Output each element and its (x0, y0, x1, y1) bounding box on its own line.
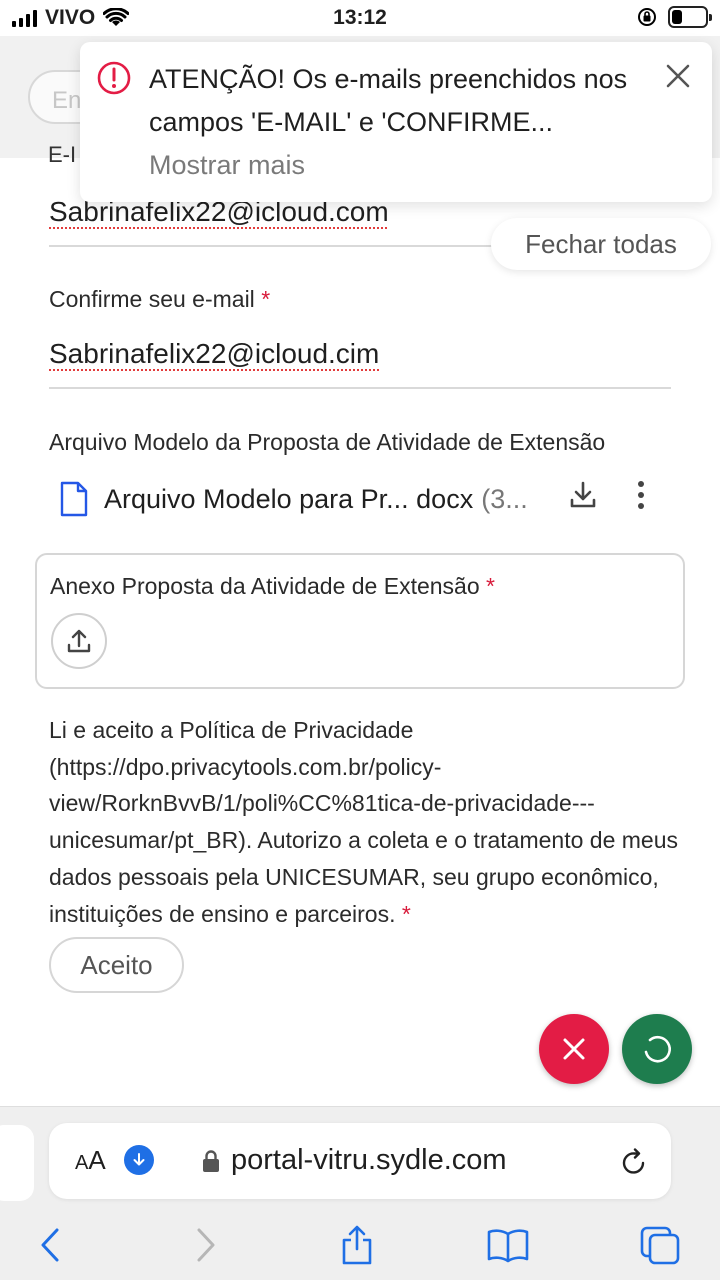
tabs-icon (640, 1226, 680, 1265)
template-file-name: Arquivo Modelo para Pr... docx (104, 483, 474, 514)
share-icon (342, 1225, 372, 1265)
download-badge-icon[interactable] (124, 1145, 154, 1175)
forward-button[interactable] (184, 1223, 228, 1267)
bookmarks-button[interactable] (486, 1223, 530, 1267)
browser-bar: AA portal-vitru.sydle.com (0, 1106, 720, 1280)
confirm-email-label: Confirme seu e-mail * (49, 286, 270, 313)
text-size-large: A (88, 1145, 106, 1175)
required-marker: * (486, 573, 495, 599)
privacy-policy-body: Li e aceito a Política de Privacidade (h… (49, 717, 678, 927)
tabs-button[interactable] (638, 1223, 682, 1267)
upload-proposal-label: Anexo Proposta da Atividade de Extensão … (50, 573, 495, 600)
previous-tab-preview[interactable] (0, 1125, 34, 1201)
upload-proposal-box: Anexo Proposta da Atividade de Extensão … (35, 553, 685, 689)
text-size-small: A (75, 1152, 89, 1174)
confirm-email-field[interactable]: Sabrinafelix22@icloud.cim (49, 338, 379, 370)
reload-icon[interactable] (619, 1145, 649, 1177)
accept-button[interactable]: Aceito (49, 937, 184, 993)
upload-icon (67, 629, 91, 653)
back-icon (41, 1228, 59, 1262)
more-vert-icon[interactable] (636, 480, 646, 510)
close-all-button[interactable]: Fechar todas (491, 218, 711, 270)
bookmarks-icon (487, 1229, 529, 1263)
confirm-email-underline (49, 387, 671, 389)
forward-icon (197, 1228, 215, 1262)
template-file-size: (3... (481, 483, 528, 514)
alert-icon (97, 61, 131, 95)
lock-icon (203, 1150, 219, 1172)
cancel-button[interactable] (539, 1014, 609, 1084)
orientation-lock-icon (638, 8, 656, 26)
email-field-label: E-I (48, 142, 77, 167)
status-right (636, 6, 712, 28)
clock: 13:12 (333, 6, 387, 29)
template-file-attachment[interactable]: Arquivo Modelo para Pr... docx (3... (60, 472, 670, 526)
url-text[interactable]: portal-vitru.sydle.com (231, 1144, 507, 1177)
confirm-email-label-text: Confirme seu e-mail (49, 286, 255, 312)
notification-toast: ATENÇÃO! Os e-mails preenchidos nos camp… (80, 42, 712, 202)
privacy-policy-text: Li e aceito a Política de Privacidade (h… (49, 712, 679, 932)
upload-button[interactable] (51, 613, 107, 669)
close-icon[interactable] (664, 62, 692, 90)
browser-toolbar (0, 1213, 720, 1273)
required-marker: * (401, 900, 411, 927)
template-file-label: Arquivo Modelo da Proposta de Atividade … (49, 429, 606, 455)
document-icon (60, 481, 88, 517)
download-icon[interactable] (568, 480, 598, 510)
address-bar[interactable]: AA portal-vitru.sydle.com (49, 1123, 671, 1199)
share-button[interactable] (335, 1223, 379, 1267)
loading-icon (644, 1035, 671, 1063)
battery-icon (668, 6, 712, 28)
cancel-icon (563, 1038, 585, 1060)
required-marker: * (261, 286, 271, 312)
notification-message: ATENÇÃO! Os e-mails preenchidos nos camp… (149, 64, 628, 137)
show-more-link[interactable]: Mostrar mais (149, 150, 305, 181)
text-size-button[interactable]: AA (75, 1145, 106, 1176)
back-button[interactable] (28, 1223, 72, 1267)
status-bar: VIVO 13:12 (0, 0, 720, 36)
save-button[interactable] (622, 1014, 692, 1084)
upload-proposal-label-text: Anexo Proposta da Atividade de Extensão (50, 573, 480, 599)
attachment-actions (568, 480, 646, 510)
